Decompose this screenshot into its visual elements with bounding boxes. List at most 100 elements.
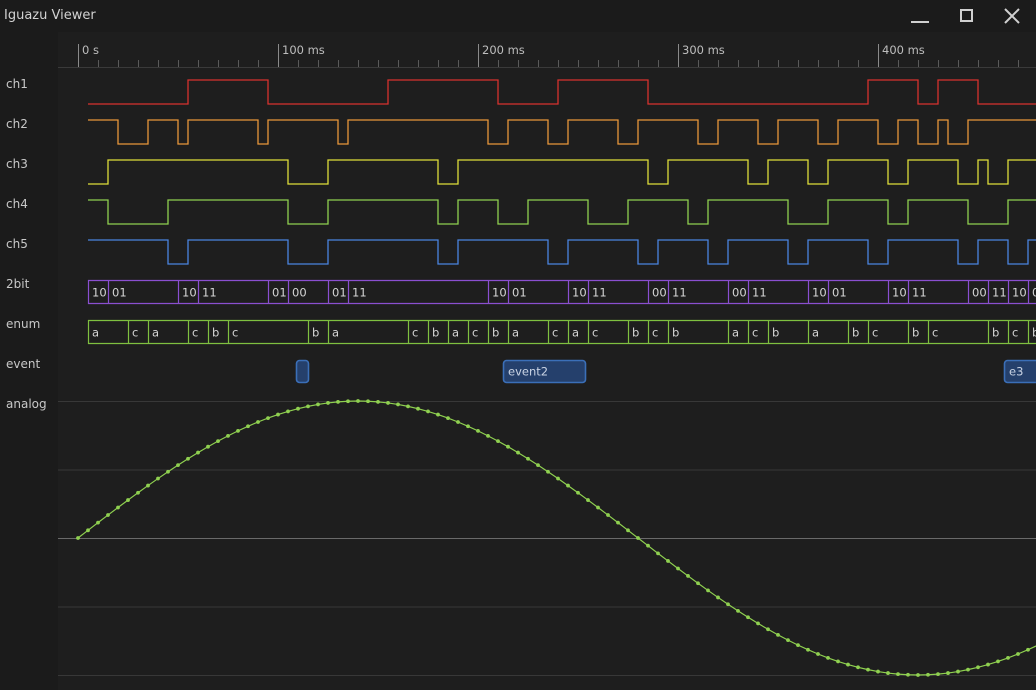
analog-sample-point: [86, 528, 90, 533]
analog-sample-point: [806, 647, 810, 652]
analog-sample-point: [486, 433, 490, 438]
ruler-tick-label: 100 ms: [282, 43, 325, 57]
analog-sample-point: [206, 444, 210, 449]
bus-value-2bit: 10: [92, 286, 107, 300]
analog-sample-point: [506, 444, 510, 449]
channel-label-ch5[interactable]: ch5: [6, 237, 28, 251]
analog-sample-point: [376, 399, 380, 404]
analog-sample-point: [326, 401, 330, 405]
analog-sample-point: [256, 420, 260, 424]
analog-sample-point: [396, 402, 400, 407]
bus-value-2bit: 11: [352, 286, 367, 300]
close-button[interactable]: [999, 3, 1025, 29]
bus-value-2bit: 11: [592, 286, 607, 300]
bus-value-2bit: 11: [912, 286, 927, 300]
signal-trace-ch4[interactable]: [88, 199, 1036, 225]
analog-sample-point: [276, 412, 280, 417]
analog-sample-point: [176, 463, 180, 468]
bus-value-enum: c: [592, 326, 598, 340]
analog-sample-point: [416, 406, 420, 411]
close-icon: [1004, 8, 1020, 24]
signal-trace-ch1[interactable]: [88, 79, 1036, 105]
bus-value-enum: c: [932, 326, 938, 340]
analog-sample-point: [626, 528, 630, 533]
analog-sample-point: [346, 399, 350, 404]
bus-value-2bit: 11: [672, 286, 687, 300]
analog-sample-point: [166, 469, 170, 474]
bus-value-enum: a: [152, 326, 159, 340]
minimize-icon: [911, 21, 929, 23]
bus-value-enum: b: [1032, 326, 1036, 340]
bus-value-2bit: 10: [572, 286, 587, 300]
channel-label-ch1[interactable]: ch1: [6, 77, 28, 91]
analog-sample-point: [796, 643, 800, 648]
channel-label-event[interactable]: event: [6, 357, 40, 371]
bus-value-2bit: 01: [832, 286, 847, 300]
bus-value-enum: b: [432, 326, 439, 340]
channel-label-ch2[interactable]: ch2: [6, 117, 28, 131]
signal-trace-ch2[interactable]: [88, 119, 1036, 145]
analog-sample-point: [386, 401, 390, 405]
bus-value-enum: c: [872, 326, 878, 340]
analog-sample-point: [596, 505, 600, 510]
bus-value-2bit: 10: [892, 286, 907, 300]
signal-trace-ch3[interactable]: [88, 159, 1036, 185]
analog-sample-point: [696, 581, 700, 586]
analog-sample-point: [156, 476, 160, 481]
analog-sample-point: [676, 566, 680, 571]
analog-sample-point: [996, 659, 1000, 664]
analog-sample-point: [116, 505, 120, 510]
bus-value-2bit: 01: [272, 286, 287, 300]
ruler-tick-label: 200 ms: [482, 43, 525, 57]
bus-value-enum: b: [852, 326, 859, 340]
analog-sample-point: [146, 483, 150, 488]
analog-sample-point: [366, 399, 370, 404]
analog-sample-point: [746, 615, 750, 620]
bus-value-2bit: 00: [972, 286, 987, 300]
minimize-button[interactable]: [907, 3, 933, 29]
analog-sample-point: [926, 672, 930, 677]
analog-sample-point: [826, 656, 830, 660]
channel-label-analog[interactable]: analog: [6, 397, 47, 411]
app-title: Iguazu Viewer: [4, 8, 96, 23]
analog-sample-point: [446, 416, 450, 420]
signal-trace-ch5[interactable]: [88, 239, 1036, 265]
channel-label-ch4[interactable]: ch4: [6, 197, 28, 211]
event-marker[interactable]: [295, 359, 310, 384]
analog-sample-point: [1016, 652, 1020, 656]
analog-sample-point: [1026, 647, 1030, 652]
analog-sample-point: [786, 638, 790, 643]
analog-sample-point: [906, 672, 910, 677]
analog-sample-point: [496, 439, 500, 444]
maximize-button[interactable]: [953, 3, 979, 29]
analog-sample-point: [536, 463, 540, 468]
analog-sample-point: [436, 412, 440, 417]
analog-sample-point: [586, 498, 590, 502]
bus-value-enum: c: [552, 326, 558, 340]
bus-value-2bit: 01: [512, 286, 527, 300]
bus-value-2bit: 00: [652, 286, 667, 300]
waveform-area[interactable]: 0 s 100 ms 200 ms 300 ms 400 ms 10 01 10 11 01 00 0…: [58, 32, 1036, 690]
bus-value-enum: b: [312, 326, 319, 340]
channel-label-enum[interactable]: enum: [6, 317, 40, 331]
bus-value-2bit: 10: [812, 286, 827, 300]
analog-sample-point: [946, 671, 950, 675]
analog-sample-point: [576, 490, 580, 495]
analog-sample-point: [976, 665, 980, 670]
analog-sample-point: [126, 498, 130, 502]
channel-label-ch3[interactable]: ch3: [6, 157, 28, 171]
analog-sample-point: [616, 520, 620, 525]
analog-sample-point: [106, 513, 110, 517]
bus-value-enum: c: [752, 326, 758, 340]
analog-sample-point: [1006, 656, 1010, 660]
channel-label-2bit[interactable]: 2bit: [6, 277, 29, 291]
analog-sample-point: [96, 520, 100, 525]
bus-value-enum: a: [332, 326, 339, 340]
bus-value-enum: b: [212, 326, 219, 340]
waveform-canvas[interactable]: 0 s 100 ms 200 ms 300 ms 400 ms 10 01 10 11 01 00 0…: [58, 32, 1036, 690]
bus-value-enum: c: [132, 326, 138, 340]
bus-value-2bit: 01: [1032, 286, 1036, 300]
bus-value-2bit: 11: [202, 286, 217, 300]
analog-sample-point: [876, 669, 880, 674]
bus-value-2bit: 01: [332, 286, 347, 300]
